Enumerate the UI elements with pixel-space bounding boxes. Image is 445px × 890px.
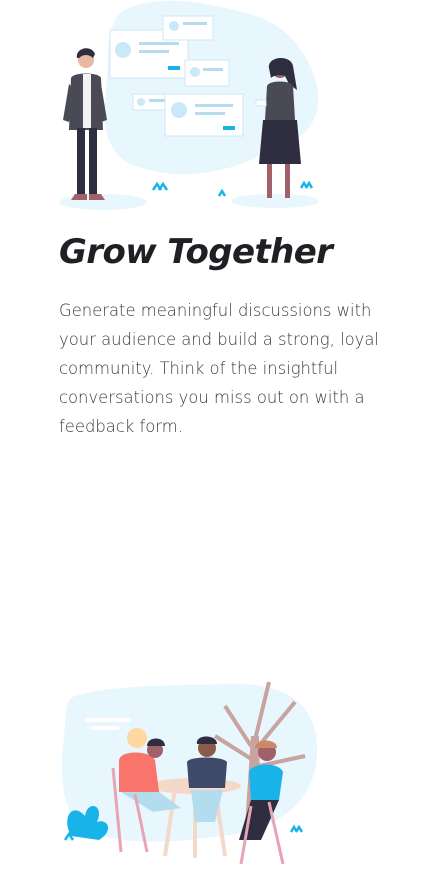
presentation-illustration: [59, 0, 319, 210]
section-title: Grow Together: [59, 232, 333, 272]
group-discussion-illustration: [61, 681, 318, 865]
section-description: Generate meaningful discussions with you…: [59, 301, 379, 436]
